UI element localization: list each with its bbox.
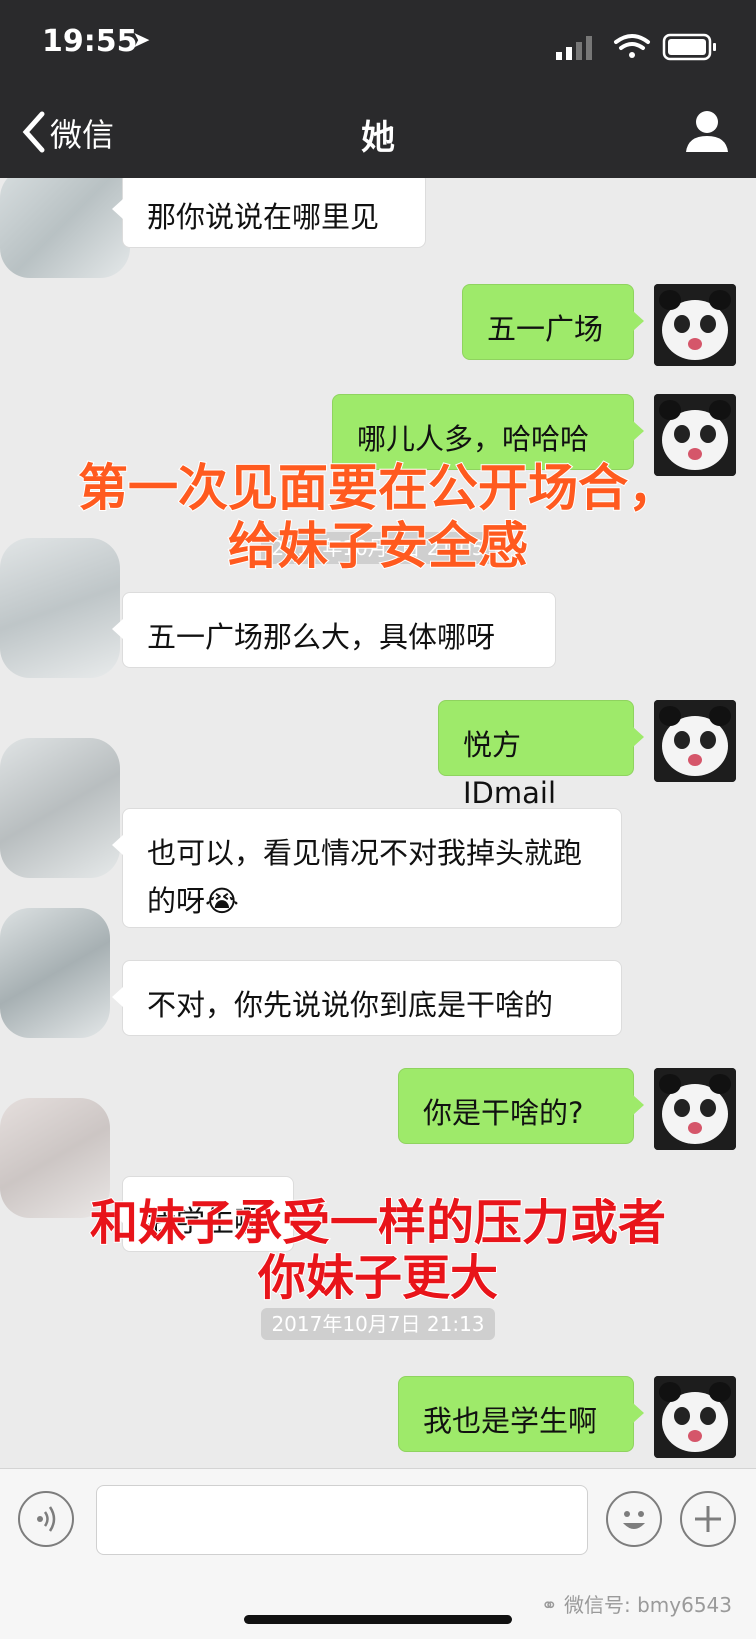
avatar[interactable] [654,700,736,782]
message-text: 哪儿人多，哈哈哈 [357,422,590,456]
message-bubble-incoming[interactable]: 不对，你先说说你到底是干啥的 [112,960,622,1036]
plus-icon [695,1506,721,1532]
message-bubble-incoming[interactable]: 五一广场那么大，具体哪呀 [112,592,556,668]
chat-title: 她 [361,118,395,158]
emoji-icon [623,1511,645,1529]
wifi-icon [614,34,650,58]
avatar[interactable] [654,284,736,366]
avatar[interactable] [654,1376,736,1458]
crying-laughing-emoji: 😭 [205,884,239,918]
caption-line: 和妹子承受一样的压力或者 [89,1194,667,1251]
status-icons [556,33,716,61]
message-text: 那你说说在哪里见 [147,200,380,234]
message-bubble-outgoing[interactable]: 五一广场 [462,284,644,360]
message-bubble-incoming[interactable]: 那你说说在哪里见 [112,178,426,248]
location-arrow-icon: ➤ [132,28,151,53]
panda-avatar-icon [654,1376,736,1458]
message-text: 五一广场 [487,312,604,346]
overlay-caption: 第一次见面要在公开场合， 给妹子安全感 [0,459,756,575]
blurred-avatar [0,738,120,878]
input-bar: ⚭ 微信号: bmy6543 [0,1468,756,1639]
message-text: 你是干啥的? [423,1096,584,1130]
overlay-caption: 和妹子承受一样的压力或者 你妹子更大 [0,1194,756,1307]
message-text: 五一广场那么大，具体哪呀 [147,620,496,654]
watermark-text: 微信号: bmy6543 [563,1593,732,1617]
voice-button[interactable] [18,1491,74,1547]
home-indicator [244,1615,512,1624]
person-icon[interactable] [684,108,730,154]
panda-avatar-icon [654,700,736,782]
caption-line: 给妹子安全感 [227,516,529,575]
status-time: 19:55 [42,24,138,59]
chat-area[interactable]: 那你说说在哪里见 五一广场 哪儿人多，哈哈哈 2017年10月7日 21:05 … [0,178,756,1468]
panda-avatar-icon [654,284,736,366]
blurred-avatar [0,908,110,1038]
watermark: ⚭ 微信号: bmy6543 [541,1589,732,1618]
panda-avatar-icon [654,1068,736,1150]
message-bubble-incoming[interactable]: 也可以，看见情况不对我掉头就跑的呀😭 [112,808,622,928]
wechat-logo-icon: ⚭ [540,1593,558,1617]
caption-line: 你妹子更大 [257,1249,499,1307]
message-bubble-outgoing[interactable]: 我也是学生啊 [398,1376,644,1452]
message-input[interactable] [96,1485,588,1555]
battery-icon [662,33,716,61]
blurred-avatar [0,178,130,278]
message-bubble-outgoing[interactable]: 你是干啥的? [398,1068,644,1144]
emoji-button[interactable] [606,1491,662,1547]
avatar[interactable] [654,1068,736,1150]
message-text: 不对，你先说说你到底是干啥的 [147,988,554,1022]
add-button[interactable] [680,1491,736,1547]
message-text: 悦方IDmail [463,728,557,810]
top-bar: 19:55 ➤ 微信 她 [0,0,756,178]
message-bubble-outgoing[interactable]: 悦方IDmail [438,700,644,810]
caption-line: 第一次见面要在公开场合， [77,459,679,518]
voice-icon [37,1506,56,1532]
message-text: 我也是学生啊 [423,1404,598,1438]
timestamp: 2017年10月7日 21:13 [0,1308,756,1340]
cellular-signal-icon [556,36,592,60]
